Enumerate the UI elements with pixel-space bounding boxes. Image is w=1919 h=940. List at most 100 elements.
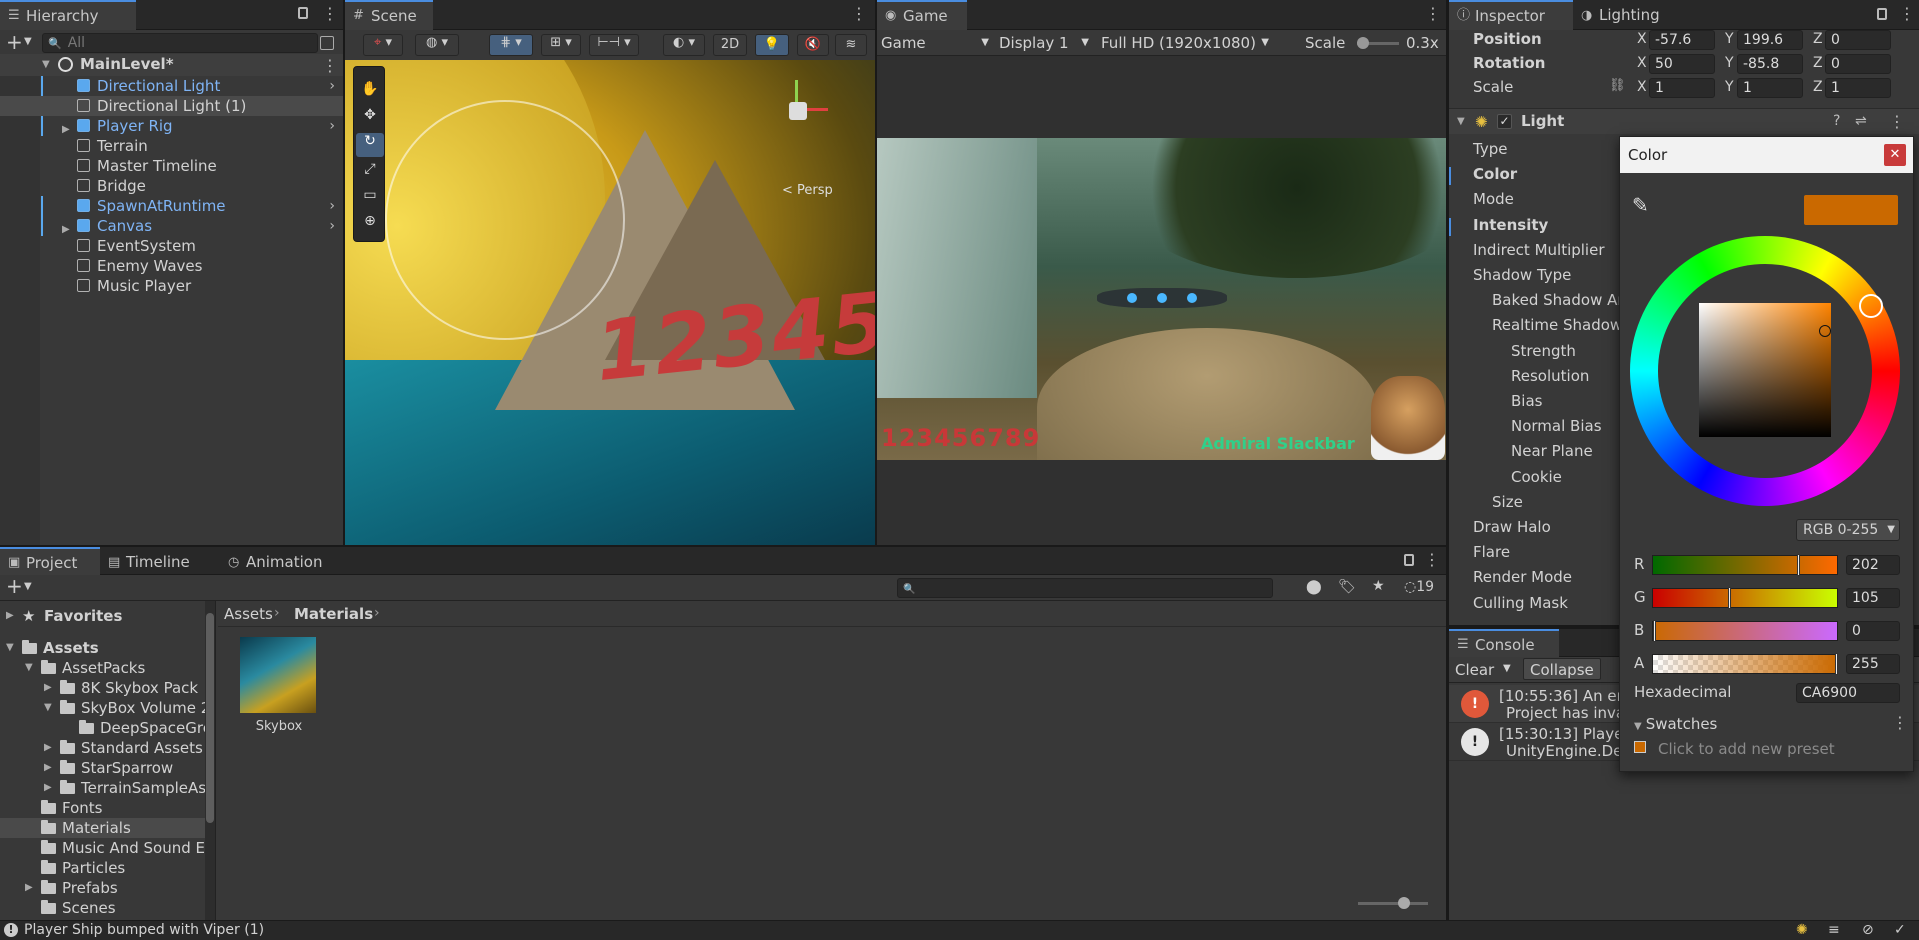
rotation-x-field[interactable]: 50 (1649, 54, 1715, 74)
slider-handle[interactable] (1653, 620, 1656, 642)
project-tree-item[interactable]: Scenes (0, 898, 205, 918)
inspector-menu-icon[interactable]: ⋮ (1899, 4, 1915, 23)
snap-grid-button[interactable]: ⋕ ▾ (489, 34, 533, 56)
chevron-right-icon[interactable]: › (329, 216, 335, 236)
axis-x-label[interactable]: X (1637, 55, 1647, 71)
rotate-tool-icon[interactable]: ↻ (356, 133, 384, 157)
favorite-star-icon[interactable]: ★ (1372, 578, 1385, 594)
position-x-field[interactable]: -57.6 (1649, 30, 1715, 50)
lock-icon[interactable] (298, 7, 308, 19)
status-message[interactable]: Player Ship bumped with Viper (1) (24, 922, 264, 938)
project-tree-item[interactable]: Fonts (0, 798, 205, 818)
game-menu-icon[interactable]: ⋮ (1425, 4, 1441, 23)
link-icon[interactable]: ⛓ (1609, 78, 1626, 93)
audio-toggle-button[interactable]: 🔇 (797, 34, 829, 56)
axis-y-label[interactable]: Y (1725, 79, 1734, 95)
chevron-right-icon[interactable]: › (329, 116, 335, 136)
hidden-count-icon[interactable]: ◌19 (1404, 579, 1434, 595)
label-icon[interactable]: 🏷 (1338, 579, 1356, 595)
effects-toggle-button[interactable]: ≋ (835, 34, 867, 56)
expand-arrow-icon[interactable]: ▶ (25, 878, 33, 898)
check-icon[interactable]: ✓ (1894, 922, 1906, 938)
game-viewport[interactable]: 123456789 Admiral Slackbar (877, 138, 1446, 460)
sv-handle[interactable] (1819, 325, 1831, 337)
2d-toggle-button[interactable]: 2D (713, 34, 747, 56)
axis-z-label[interactable]: Z (1813, 55, 1823, 71)
axis-z-label[interactable]: Z (1813, 31, 1823, 47)
lighting-status-icon[interactable]: ✺ (1796, 922, 1808, 938)
channel-g-slider[interactable] (1652, 587, 1838, 609)
expand-arrow-icon[interactable]: ▼ (25, 658, 33, 678)
chevron-right-icon[interactable]: › (329, 76, 335, 96)
scene-menu-icon[interactable]: ⋮ (851, 4, 867, 23)
scale-tool-icon[interactable]: ⤢ (358, 161, 382, 183)
axis-x-label[interactable]: X (1637, 31, 1647, 47)
tab-project[interactable]: ▣ Project (0, 547, 100, 575)
eyedropper-icon[interactable]: ✎ (1632, 193, 1649, 217)
hierarchy-item[interactable]: EventSystem (0, 236, 343, 256)
hierarchy-item[interactable]: Enemy Waves (0, 256, 343, 276)
project-tree-item[interactable]: ▶ 8K Skybox Pack (0, 678, 205, 698)
scale-x-field[interactable]: 1 (1649, 78, 1715, 98)
rotation-z-field[interactable]: 0 (1825, 54, 1891, 74)
preset-icon[interactable]: ⇌ (1855, 113, 1867, 129)
hierarchy-item[interactable]: Directional Light › (0, 76, 343, 96)
tab-hierarchy[interactable]: ☰ Hierarchy (0, 0, 136, 30)
hierarchy-item[interactable]: Master Timeline (0, 156, 343, 176)
position-y-field[interactable]: 199.6 (1737, 30, 1803, 50)
tab-timeline[interactable]: ▤ Timeline (100, 547, 210, 575)
close-icon[interactable]: ✕ (1884, 144, 1906, 166)
tab-console[interactable]: ☰ Console (1449, 629, 1559, 657)
expand-arrow-icon[interactable]: ▶ (44, 758, 52, 778)
axis-y-label[interactable]: Y (1725, 31, 1734, 47)
hierarchy-item[interactable]: SpawnAtRuntime › (0, 196, 343, 216)
expand-arrow-icon[interactable]: ▶ (44, 778, 52, 798)
position-z-field[interactable]: 0 (1825, 30, 1891, 50)
project-tree-item[interactable]: ▼ AssetPacks (0, 658, 205, 678)
hierarchy-item[interactable]: ▶ Canvas › (0, 216, 343, 236)
axis-x-label[interactable]: X (1637, 79, 1647, 95)
grid-snap-button[interactable]: ⊞ ▾ (541, 34, 581, 56)
layers-icon[interactable]: ≡ (1828, 922, 1840, 938)
channel-g-field[interactable]: 105 (1846, 588, 1900, 608)
lighting-toggle-button[interactable]: 💡 (755, 34, 789, 56)
light-component-header[interactable]: ▼ ✺ ✓ Light ? ⇌ ⋮ (1449, 108, 1919, 134)
clear-button[interactable]: Clear (1455, 661, 1494, 679)
move-tool-icon[interactable]: ✥ (358, 107, 382, 129)
scene-viewport[interactable]: 12345 < Persp ✋ ✥ ↻ ⤢ ▭ ⊕ (345, 60, 875, 545)
project-menu-icon[interactable]: ⋮ (1424, 550, 1440, 569)
axis-y-label[interactable]: Y (1725, 55, 1734, 71)
global-local-button[interactable]: ◍ ▾ (415, 34, 459, 56)
project-tree-item[interactable]: ▼ Assets (0, 638, 205, 658)
scale-y-field[interactable]: 1 (1737, 78, 1803, 98)
expand-arrow-icon[interactable]: ▶ (44, 678, 52, 698)
project-tree-item[interactable]: Music And Sound Ef (0, 838, 205, 858)
slider-handle[interactable] (1797, 554, 1800, 576)
hierarchy-item[interactable]: Music Player (0, 276, 343, 296)
scale-slider[interactable] (1357, 37, 1399, 49)
collapse-button[interactable]: Collapse (1523, 658, 1601, 680)
light-enabled-checkbox[interactable]: ✓ (1497, 114, 1512, 129)
scene-row[interactable]: ▼ MainLevel* ⋮ (0, 54, 343, 76)
slider-handle[interactable] (1728, 587, 1731, 609)
hue-handle[interactable] (1859, 294, 1883, 318)
channel-b-field[interactable]: 0 (1846, 621, 1900, 641)
expand-arrow-icon[interactable]: ▼ (1457, 116, 1465, 127)
favorites-row[interactable]: ▶ ★ Favorites (0, 606, 205, 626)
axis-z-label[interactable]: Z (1813, 79, 1823, 95)
channel-r-field[interactable]: 202 (1846, 555, 1900, 575)
tab-inspector[interactable]: ⓘ Inspector (1449, 0, 1573, 30)
project-tree-item[interactable]: Particles (0, 858, 205, 878)
lock-icon[interactable] (1404, 554, 1414, 566)
scene-gizmo-icon[interactable] (765, 80, 835, 150)
add-icon[interactable]: + (6, 574, 23, 598)
color-mode-dropdown[interactable]: RGB 0-255 ▼ (1796, 519, 1900, 541)
tree-scrollbar[interactable] (205, 601, 215, 920)
swatches-menu-icon[interactable]: ⋮ (1892, 713, 1908, 732)
project-tree-item[interactable]: ▶ Standard Assets (0, 738, 205, 758)
project-tree-item[interactable]: Materials (0, 818, 205, 838)
project-tree-item[interactable]: ▼ SkyBox Volume 2 (0, 698, 205, 718)
transform-tool-icon[interactable]: ⊕ (358, 213, 382, 235)
chevron-right-icon[interactable]: › (329, 196, 335, 216)
project-tree-item[interactable]: ▶ Prefabs (0, 878, 205, 898)
